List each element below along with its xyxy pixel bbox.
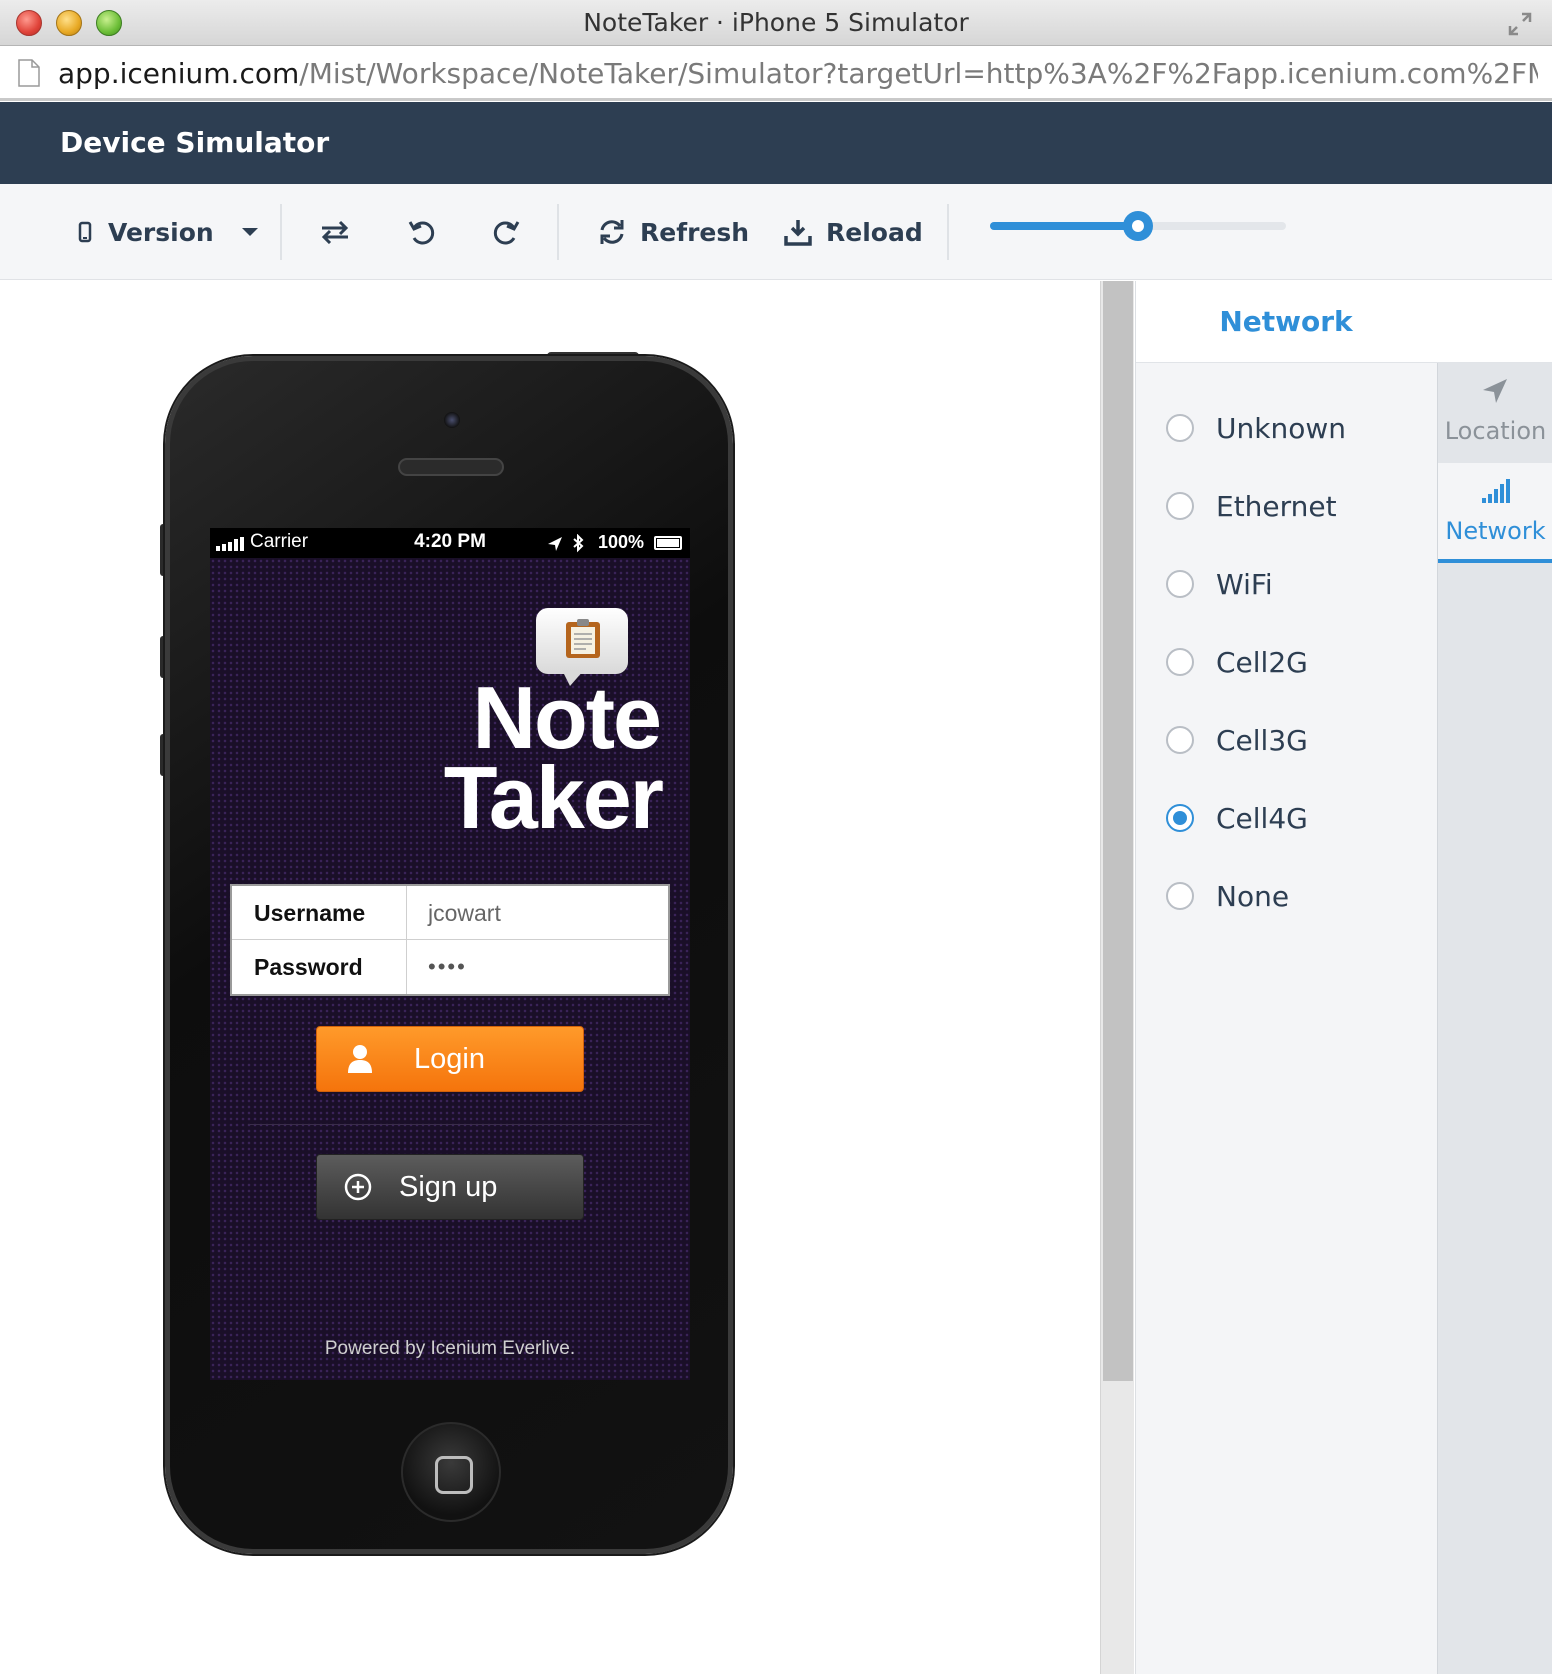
zoom-slider-fill — [990, 222, 1138, 230]
toolbar: Version Refresh Reload — [0, 184, 1552, 280]
app-title: Device Simulator — [60, 126, 330, 159]
version-label: Version — [108, 217, 214, 247]
tab-network[interactable]: Network — [1438, 463, 1552, 563]
address-bar[interactable]: app.icenium.com/Mist/Workspace/NoteTaker… — [0, 47, 1552, 101]
username-input[interactable]: jcowart — [428, 886, 501, 940]
radio-button[interactable] — [1166, 570, 1194, 598]
fullscreen-icon[interactable] — [1506, 10, 1534, 38]
rotate-right-icon — [493, 221, 520, 245]
radio-button[interactable] — [1166, 648, 1194, 676]
network-option-label: None — [1216, 879, 1290, 913]
url-path: /Mist/Workspace/NoteTaker/Simulator?targ… — [299, 57, 1538, 90]
toolbar-separator — [947, 204, 949, 260]
page-icon — [18, 59, 40, 87]
tab-location[interactable]: Location — [1438, 363, 1552, 463]
scrollbar-thumb[interactable] — [1103, 281, 1133, 1381]
app-header: Device Simulator — [0, 102, 1552, 184]
field-divider — [406, 940, 407, 994]
network-option-label: Cell3G — [1216, 723, 1308, 757]
phone-icon — [78, 221, 92, 243]
window-title: NoteTaker · iPhone 5 Simulator — [583, 8, 969, 37]
radio-button[interactable] — [1166, 804, 1194, 832]
location-bluetooth-icons — [548, 534, 584, 553]
refresh-label: Refresh — [640, 217, 750, 247]
network-option-cell2g[interactable]: Cell2G — [1166, 637, 1308, 687]
url-host: app.icenium.com — [58, 57, 300, 90]
home-button[interactable] — [401, 1422, 501, 1522]
reload-button[interactable]: Reload — [784, 184, 923, 280]
ios-status-bar: Carrier 4:20 PM 100% — [210, 528, 690, 558]
toolbar-separator — [280, 204, 282, 260]
signal-bars-icon — [1482, 479, 1510, 503]
network-option-label: Cell2G — [1216, 645, 1308, 679]
field-divider — [406, 886, 407, 940]
network-option-unknown[interactable]: Unknown — [1166, 403, 1346, 453]
url-text[interactable]: app.icenium.com/Mist/Workspace/NoteTaker… — [58, 47, 1538, 101]
password-input[interactable]: •••• — [428, 940, 467, 994]
front-camera — [444, 412, 460, 428]
radio-button[interactable] — [1166, 414, 1194, 442]
network-option-label: WiFi — [1216, 567, 1273, 601]
user-icon — [348, 1045, 372, 1073]
device-screen: Carrier 4:20 PM 100% Note Taker Username… — [210, 528, 690, 1380]
network-option-none[interactable]: None — [1166, 871, 1289, 921]
username-row[interactable]: Username jcowart — [232, 886, 668, 940]
refresh-button[interactable]: Refresh — [598, 184, 749, 280]
tab-location-label: Location — [1444, 417, 1547, 445]
rotate-left-icon — [408, 221, 435, 245]
login-button[interactable]: Login — [316, 1026, 584, 1092]
earpiece-speaker — [398, 458, 504, 476]
chevron-down-icon — [241, 228, 258, 236]
zoom-slider[interactable] — [990, 211, 1286, 241]
password-row[interactable]: Password •••• — [232, 940, 668, 994]
swap-arrows-icon — [321, 220, 349, 244]
password-label: Password — [254, 954, 363, 980]
network-option-wifi[interactable]: WiFi — [1166, 559, 1273, 609]
screen-divider — [248, 1124, 652, 1125]
signup-label: Sign up — [399, 1171, 498, 1203]
radio-button[interactable] — [1166, 726, 1194, 754]
powered-by-text: Powered by Icenium Everlive. — [324, 1338, 576, 1359]
username-label: Username — [254, 900, 366, 926]
panel-title: Network — [1219, 305, 1353, 338]
radio-button[interactable] — [1166, 492, 1194, 520]
rotate-right-button[interactable] — [492, 184, 520, 280]
network-option-label: Unknown — [1216, 411, 1346, 445]
logo-text-taker: Taker — [443, 748, 664, 847]
rotate-left-button[interactable] — [408, 184, 436, 280]
login-form: Username jcowart Password •••• — [230, 884, 670, 996]
zoom-slider-handle[interactable] — [1123, 211, 1153, 241]
location-arrow-icon — [1483, 379, 1507, 403]
rotate-swap-button[interactable] — [320, 184, 350, 280]
tab-network-label: Network — [1445, 517, 1546, 545]
window-titlebar: NoteTaker · iPhone 5 Simulator — [0, 0, 1552, 46]
panel-header: Network — [1136, 281, 1552, 363]
notetaker-logo-bubble — [536, 608, 628, 686]
toolbar-separator — [557, 204, 559, 260]
reload-label: Reload — [826, 217, 923, 247]
canvas-scrollbar[interactable] — [1100, 281, 1134, 1674]
network-option-ethernet[interactable]: Ethernet — [1166, 481, 1337, 531]
clipboard-icon — [566, 619, 600, 658]
battery-percent: 100% — [598, 532, 645, 552]
plus-circle-icon — [344, 1173, 372, 1201]
refresh-icon — [600, 220, 624, 244]
network-option-label: Cell4G — [1216, 801, 1308, 835]
download-icon — [784, 220, 812, 246]
signup-button[interactable]: Sign up — [316, 1154, 584, 1220]
network-option-cell4g[interactable]: Cell4G — [1166, 793, 1308, 843]
version-dropdown[interactable]: Version — [78, 184, 260, 280]
login-label: Login — [414, 1043, 485, 1075]
network-option-cell3g[interactable]: Cell3G — [1166, 715, 1308, 765]
battery-icon — [654, 536, 682, 550]
radio-button[interactable] — [1166, 882, 1194, 910]
network-option-label: Ethernet — [1216, 489, 1337, 523]
side-tabs: Location Network — [1437, 363, 1552, 1674]
